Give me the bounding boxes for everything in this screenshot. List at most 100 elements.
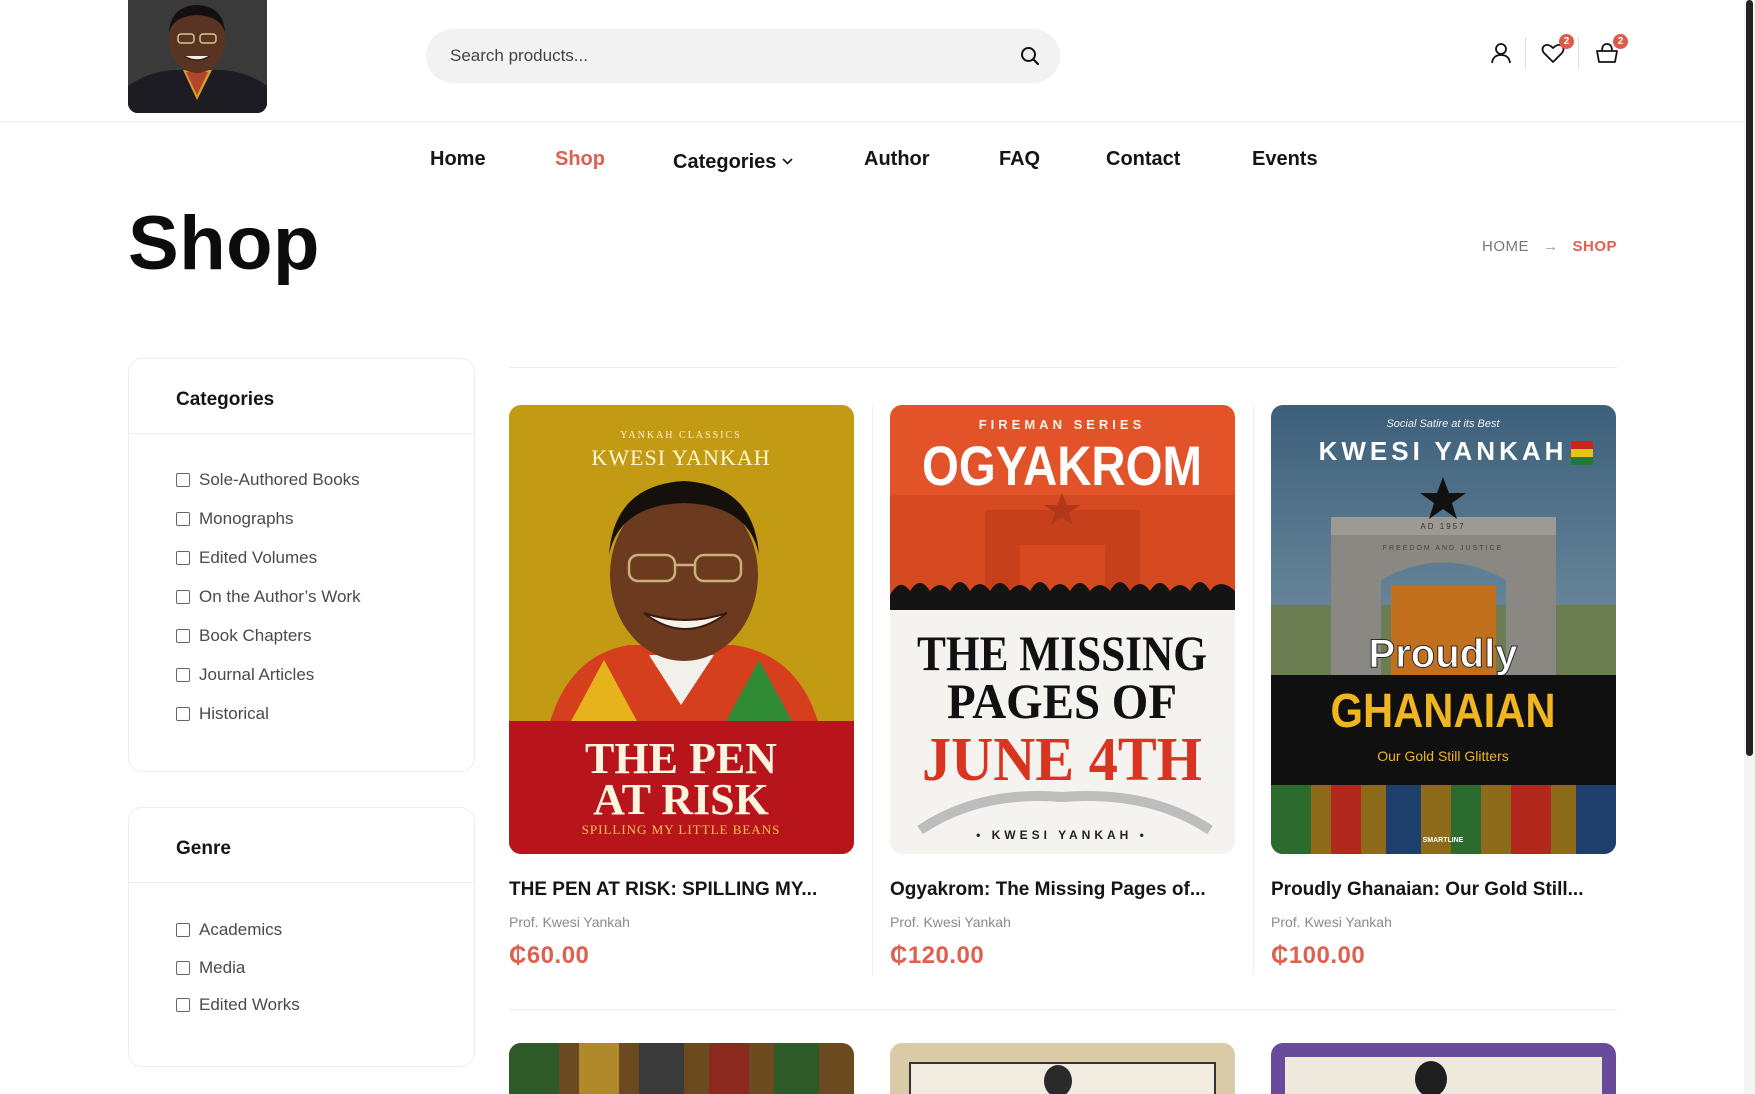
filter-label: On the Author’s Work — [199, 587, 361, 606]
product-title[interactable]: Ogyakrom: The Missing Pages of... — [890, 879, 1235, 901]
grid-column-divider — [1253, 405, 1254, 975]
cover-arch-text: FREEDOM AND JUSTICE — [1383, 545, 1503, 552]
filter-checkbox-journal-articles[interactable]: Journal Articles — [176, 665, 314, 685]
nav-faq[interactable]: FAQ — [999, 148, 1040, 171]
filter-label: Edited Volumes — [199, 548, 318, 567]
main-navigation: Home Shop Categories Author FAQ Contact … — [0, 148, 1744, 178]
filter-checkbox-authors-work[interactable]: On the Author’s Work — [176, 587, 361, 607]
filter-checkbox-edited-works[interactable]: Edited Works — [176, 995, 300, 1015]
cover-series-text: FIREMAN SERIES — [979, 417, 1146, 432]
author-portrait-image — [128, 0, 267, 113]
checkbox-icon[interactable] — [176, 512, 190, 526]
cover-subtitle: SPILLING MY LITTLE BEANS — [582, 822, 781, 837]
cart-basket-icon[interactable]: 2 — [1594, 34, 1628, 66]
checkbox-icon[interactable] — [176, 551, 190, 565]
account-icon[interactable] — [1488, 40, 1514, 66]
product-title[interactable]: Proudly Ghanaian: Our Gold Still... — [1271, 879, 1616, 901]
scrollbar-thumb[interactable] — [1746, 0, 1753, 756]
product-cover-image[interactable] — [509, 1043, 854, 1094]
search-icon[interactable] — [1018, 44, 1042, 68]
filter-checkbox-academics[interactable]: Academics — [176, 920, 282, 940]
product-cover-image[interactable] — [1271, 1043, 1616, 1094]
filter-checkbox-historical[interactable]: Historical — [176, 704, 269, 724]
checkbox-icon[interactable] — [176, 668, 190, 682]
header-divider — [1578, 37, 1579, 69]
genre-filter-title: Genre — [129, 808, 474, 883]
nav-categories[interactable]: Categories — [673, 148, 793, 174]
cover-title-line-3: JUNE 4TH — [922, 726, 1202, 794]
site-logo-portrait[interactable] — [128, 0, 267, 113]
cover-main-title: OGYAKROM — [922, 434, 1202, 497]
header-divider — [1525, 37, 1526, 69]
nav-author[interactable]: Author — [864, 148, 930, 171]
product-title[interactable]: THE PEN AT RISK: SPILLING MY... — [509, 879, 854, 901]
breadcrumb: HOME → SHOP — [1482, 238, 1617, 255]
filter-label: Historical — [199, 704, 269, 723]
breadcrumb-home-link[interactable]: HOME — [1482, 238, 1529, 255]
product-price: ₵100.00 — [1271, 942, 1366, 969]
genre-filter-panel: Genre Academics Media Edited Works — [128, 807, 475, 1067]
cover-author-text: • KWESI YANKAH • — [976, 828, 1148, 842]
categories-filter-title: Categories — [129, 359, 474, 434]
checkbox-icon[interactable] — [176, 998, 190, 1012]
cover-author-text: KWESI YANKAH — [1319, 436, 1568, 466]
categories-filter-panel: Categories Sole-Authored Books Monograph… — [128, 358, 475, 772]
checkbox-icon[interactable] — [176, 923, 190, 937]
search-bar — [426, 29, 1060, 83]
nav-shop[interactable]: Shop — [555, 148, 605, 171]
product-card[interactable]: YANKAH CLASSICS KWESI YANKAH THE PEN AT … — [509, 405, 854, 970]
checkbox-icon[interactable] — [176, 629, 190, 643]
checkbox-icon[interactable] — [176, 961, 190, 975]
breadcrumb-current: SHOP — [1572, 238, 1617, 255]
search-input[interactable] — [450, 29, 1010, 83]
product-cover-image[interactable]: Social Satire at its Best KWESI YANKAH A… — [1271, 405, 1616, 854]
cover-series-text: YANKAH CLASSICS — [620, 430, 741, 441]
filter-label: Sole-Authored Books — [199, 470, 360, 489]
product-author: Prof. Kwesi Yankah — [890, 914, 1011, 930]
checkbox-icon[interactable] — [176, 473, 190, 487]
filter-label: Book Chapters — [199, 626, 312, 645]
grid-divider — [509, 1009, 1617, 1010]
filter-label: Journal Articles — [199, 665, 315, 684]
filter-checkbox-book-chapters[interactable]: Book Chapters — [176, 626, 311, 646]
product-cover-image[interactable]: FIREMAN SERIES OGYAKROM THE MISSING PAGE… — [890, 405, 1235, 854]
cover-author-text: KWESI YANKAH — [591, 445, 770, 470]
product-card[interactable]: Social Satire at its Best KWESI YANKAH A… — [1271, 405, 1616, 970]
nav-home[interactable]: Home — [430, 148, 486, 171]
cover-title-line-1: Proudly — [1369, 632, 1519, 676]
cover-publisher: SMARTLINE — [1423, 837, 1464, 844]
cover-title-line-2: GHANAIAN — [1331, 685, 1556, 738]
nav-categories-label: Categories — [673, 151, 777, 173]
filter-checkbox-media[interactable]: Media — [176, 958, 245, 978]
product-price: ₵60.00 — [509, 942, 590, 969]
grid-divider — [509, 367, 1617, 368]
grid-column-divider — [872, 405, 873, 975]
product-price: ₵120.00 — [890, 942, 985, 969]
product-author: Prof. Kwesi Yankah — [509, 914, 630, 930]
page-title: Shop — [128, 201, 320, 286]
checkbox-icon[interactable] — [176, 590, 190, 604]
cover-title-line-2: AT RISK — [593, 775, 769, 824]
wishlist-count-badge: 2 — [1559, 34, 1574, 49]
cover-arch-text: AD 1957 — [1420, 522, 1465, 531]
checkbox-icon[interactable] — [176, 707, 190, 721]
product-cover-image[interactable]: YANKAH CLASSICS KWESI YANKAH THE PEN AT … — [509, 405, 854, 854]
arrow-right-icon: → — [1542, 238, 1559, 255]
cart-count-badge: 2 — [1613, 34, 1628, 49]
cover-subtitle: Our Gold Still Glitters — [1377, 748, 1508, 764]
product-cover-image[interactable] — [890, 1043, 1235, 1094]
cover-title-line-2: PAGES OF — [947, 673, 1177, 729]
nav-events[interactable]: Events — [1252, 148, 1318, 171]
chevron-down-icon — [782, 148, 793, 171]
filter-label: Academics — [199, 920, 283, 939]
cover-tagline: Social Satire at its Best — [1386, 418, 1500, 430]
nav-contact[interactable]: Contact — [1106, 148, 1180, 171]
filter-label: Monographs — [199, 509, 294, 528]
filter-checkbox-monographs[interactable]: Monographs — [176, 509, 294, 529]
filter-checkbox-sole-authored[interactable]: Sole-Authored Books — [176, 470, 360, 490]
filter-label: Edited Works — [199, 995, 300, 1014]
filter-checkbox-edited-volumes[interactable]: Edited Volumes — [176, 548, 317, 568]
wishlist-heart-icon[interactable]: 2 — [1540, 34, 1574, 66]
page-scrollbar[interactable] — [1744, 0, 1755, 1094]
product-card[interactable]: FIREMAN SERIES OGYAKROM THE MISSING PAGE… — [890, 405, 1235, 970]
